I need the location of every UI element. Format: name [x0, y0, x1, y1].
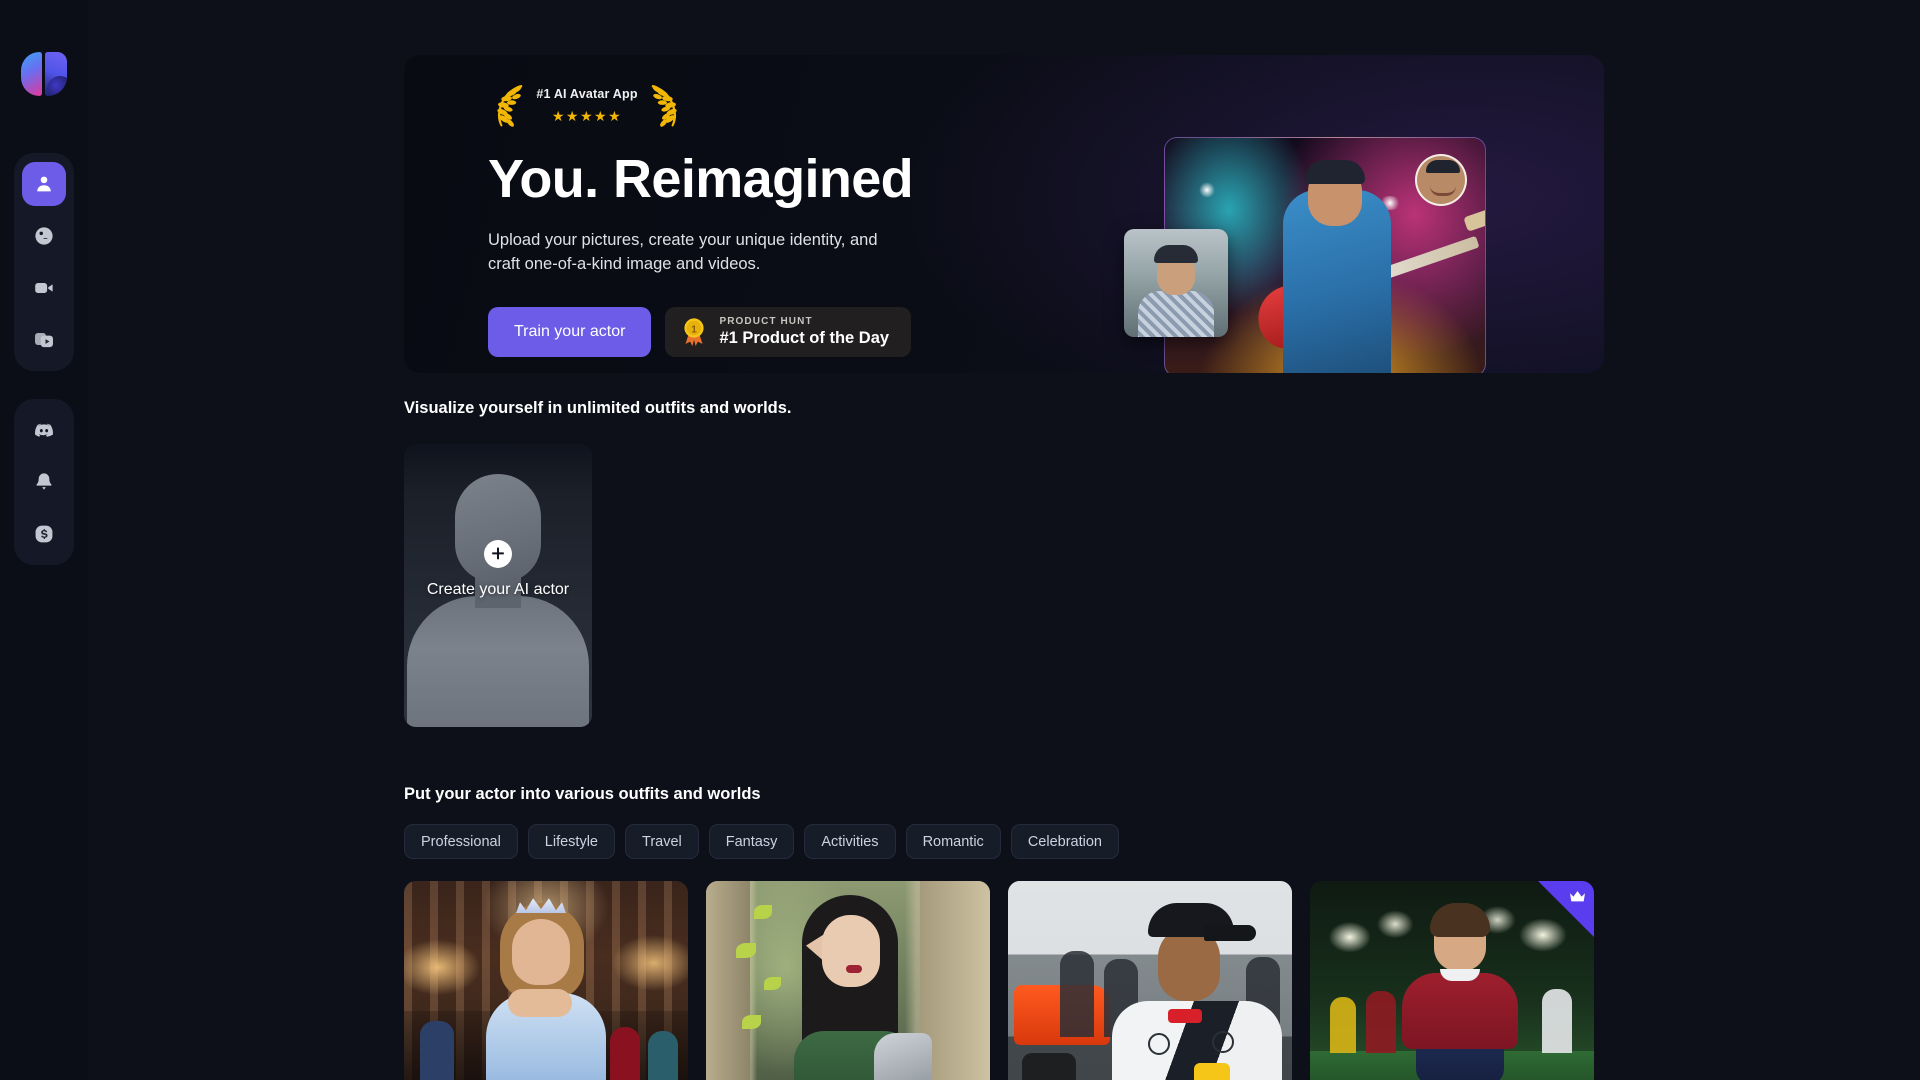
chip-celebration[interactable]: Celebration	[1010, 824, 1119, 859]
svg-text:1: 1	[692, 325, 698, 336]
chip-travel[interactable]: Travel	[625, 824, 699, 859]
chip-romantic[interactable]: Romantic	[905, 824, 1001, 859]
premium-ribbon	[1538, 881, 1594, 937]
footballer-shirt-shape	[1402, 973, 1518, 1049]
sidebar-item-videos[interactable]	[22, 266, 66, 310]
sidebar-item-billing[interactable]	[22, 512, 66, 556]
gallery-card-footballer[interactable]	[1310, 881, 1594, 1080]
hero-artwork	[1124, 77, 1584, 373]
person-icon	[33, 173, 55, 195]
category-chip-row: Professional Lifestyle Travel Fantasy Ac…	[404, 824, 1604, 859]
logo-right-shape	[45, 52, 67, 96]
stone-pillar-left	[706, 881, 750, 1080]
sidebar-util-nav	[14, 399, 74, 565]
product-hunt-title: #1 Product of the Day	[719, 329, 890, 348]
discord-icon	[33, 419, 55, 441]
leaf-shape	[742, 1015, 761, 1029]
star-rating: ★★★★★	[551, 108, 623, 124]
selfie-shirt-shape	[1138, 291, 1214, 337]
background-player	[1366, 991, 1396, 1053]
hero-selfie-image	[1124, 229, 1228, 337]
elf-lips-shape	[846, 965, 862, 973]
product-hunt-texts: PRODUCT HUNT #1 Product of the Day	[719, 315, 889, 349]
page-title: You. Reimagined	[488, 149, 914, 209]
leaf-shape	[764, 977, 781, 990]
leaf-shape	[754, 905, 772, 919]
image-icon	[33, 225, 55, 247]
elf-face-shape	[822, 915, 880, 987]
hero-subtitle: Upload your pictures, create your unique…	[488, 230, 878, 274]
crowd-figure	[420, 1021, 454, 1080]
create-ai-actor-card[interactable]: Create your AI actor	[404, 444, 592, 727]
guitar-headstock-shape	[1463, 209, 1485, 232]
dollar-icon	[33, 523, 55, 545]
footballer-collar-shape	[1440, 969, 1480, 981]
chip-lifestyle[interactable]: Lifestyle	[527, 824, 615, 859]
plus-icon[interactable]	[484, 540, 512, 568]
background-player	[1330, 997, 1356, 1053]
suit-collar-band	[1168, 1009, 1202, 1023]
spotlight-icon	[1199, 182, 1215, 198]
award-badge: #1 AI Avatar App ★★★★★	[496, 81, 678, 139]
tyre-shape	[1022, 1053, 1076, 1080]
hero-text-block: #1 AI Avatar App ★★★★★ You. Reimagined U…	[488, 81, 1048, 358]
chip-fantasy[interactable]: Fantasy	[708, 824, 795, 859]
crown-icon	[1569, 890, 1586, 908]
source-face-thumbnail	[1415, 154, 1467, 206]
main-content: #1 AI Avatar App ★★★★★ You. Reimagined U…	[88, 0, 1920, 1080]
product-hunt-badge[interactable]: 1 PRODUCT HUNT #1 Product of the Day	[665, 307, 912, 358]
background-player	[1542, 989, 1572, 1053]
gallery-card-racing-driver[interactable]	[1008, 881, 1292, 1080]
gallery-card-elf-warrior[interactable]	[706, 881, 990, 1080]
footballer-hair-shape	[1430, 903, 1490, 937]
hero-actions: Train your actor 1 PRODUCT HUNT #1 Produ…	[488, 307, 1048, 358]
hero-banner: #1 AI Avatar App ★★★★★ You. Reimagined U…	[404, 55, 1604, 373]
sponsor-badge-shape	[1194, 1063, 1230, 1080]
sidebar-main-nav	[14, 153, 74, 371]
guitarist-cap-shape	[1305, 160, 1365, 184]
leaf-shape	[736, 943, 756, 958]
sidebar-item-images[interactable]	[22, 214, 66, 258]
princess-shoulders-shape	[508, 989, 572, 1017]
princess-head-shape	[512, 919, 570, 985]
media-library-icon	[33, 329, 55, 351]
outfits-heading: Put your actor into various outfits and …	[404, 785, 761, 803]
gallery-row	[404, 881, 1604, 1080]
sidebar-item-avatars[interactable]	[22, 162, 66, 206]
elf-pauldron-shape	[874, 1033, 932, 1080]
visualize-heading: Visualize yourself in unlimited outfits …	[404, 399, 792, 417]
video-camera-icon	[33, 277, 55, 299]
bell-icon	[33, 471, 55, 493]
crowd-figure	[610, 1027, 640, 1080]
crowd-figure	[648, 1031, 678, 1080]
logo-left-shape	[21, 52, 42, 96]
content-column: #1 AI Avatar App ★★★★★ You. Reimagined U…	[404, 0, 1604, 1080]
award-text: #1 AI Avatar App	[536, 87, 638, 101]
sidebar	[0, 0, 88, 1080]
chip-activities[interactable]: Activities	[804, 824, 896, 859]
sponsor-logo-shape	[1212, 1031, 1234, 1053]
sidebar-item-discord[interactable]	[22, 408, 66, 452]
chip-professional[interactable]: Professional	[404, 824, 518, 859]
train-your-actor-button[interactable]: Train your actor	[488, 307, 652, 358]
pit-crew-figure	[1060, 951, 1094, 1037]
gallery-card-princess[interactable]	[404, 881, 688, 1080]
app-logo[interactable]	[21, 52, 67, 96]
sidebar-item-notifications[interactable]	[22, 460, 66, 504]
product-hunt-label: PRODUCT HUNT	[719, 316, 813, 328]
selfie-cap-shape	[1154, 245, 1198, 263]
sponsor-logo-shape	[1148, 1033, 1170, 1055]
mannequin-body-shape	[407, 596, 589, 727]
cap-peak-shape	[1204, 925, 1256, 941]
sidebar-item-library[interactable]	[22, 318, 66, 362]
medal-icon: 1	[681, 317, 707, 347]
create-ai-actor-label: Create your AI actor	[426, 581, 570, 598]
